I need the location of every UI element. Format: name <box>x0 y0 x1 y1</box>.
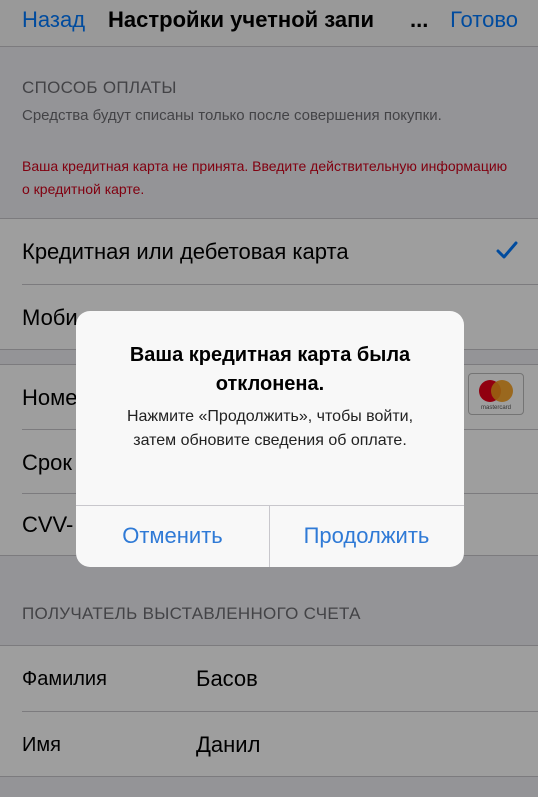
alert-title: Ваша кредитная карта была отклонена. <box>129 344 411 395</box>
alert-message: Нажмите «Продолжить», чтобы войти, затем… <box>126 408 414 449</box>
cancel-button[interactable]: Отменить <box>76 505 269 567</box>
continue-button[interactable]: Продолжить <box>270 505 463 567</box>
alert-dialog: Ваша кредитная карта была отклонена. Наж… <box>76 311 464 567</box>
